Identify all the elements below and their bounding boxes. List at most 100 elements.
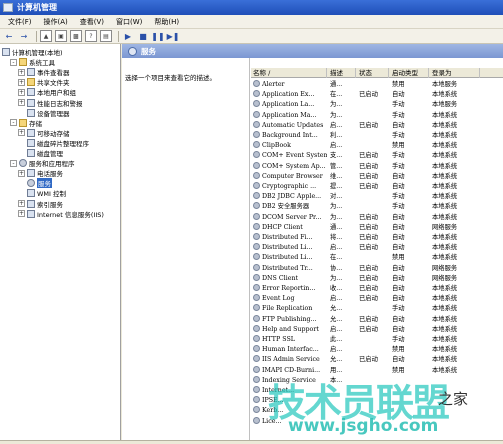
table-row[interactable]: File Replication 允... 手动 本地系统	[251, 304, 503, 314]
console-icon[interactable]: ▣	[55, 30, 67, 42]
table-row[interactable]: Distributed Li... 启... 已启动 自动 本地系统	[251, 243, 503, 253]
table-row[interactable]: Automatic Updates 启... 已启动 自动 本地系统	[251, 120, 503, 131]
column-header-name[interactable]: 名称 /	[251, 68, 327, 78]
table-row[interactable]: DHCP Client 通... 已启动 自动 网络服务	[251, 222, 503, 233]
menu-window[interactable]: 窗口(W)	[110, 17, 148, 27]
service-log-on-as: 本地系统	[432, 193, 458, 201]
forward-icon[interactable]: →	[18, 30, 30, 42]
expand-icon[interactable]: +	[18, 210, 25, 218]
tree-item[interactable]: + 索引服务	[18, 199, 63, 209]
table-row[interactable]: Distributed Li... 在... 禁用 本地系统	[251, 253, 503, 263]
table-row[interactable]: IMAPI CD-Burni... 用... 禁用 本地系统	[251, 365, 503, 376]
tree-item[interactable]: + Internet 信息服务(IIS)	[18, 209, 104, 219]
table-row[interactable]: Computer Browser 维... 已启动 自动 本地系统	[251, 171, 503, 182]
table-row[interactable]: Kerb...	[251, 406, 503, 416]
table-row[interactable]: Alerter 通... 禁用 本地服务	[251, 80, 503, 90]
export-icon[interactable]: ▩	[70, 30, 82, 42]
column-header-description[interactable]: 描述	[328, 68, 356, 78]
tree-item-label: 事件查看器	[37, 69, 70, 78]
collapse-icon[interactable]: -	[10, 159, 17, 167]
tree-item[interactable]: + 电话服务	[18, 168, 63, 178]
table-row[interactable]: ClipBook 启... 禁用 本地系统	[251, 141, 503, 151]
up-icon[interactable]: ▲	[40, 30, 52, 42]
expand-icon[interactable]: +	[18, 169, 25, 177]
menu-action[interactable]: 操作(A)	[38, 17, 74, 27]
tree-item[interactable]: 磁盘碎片整理程序	[18, 138, 89, 148]
table-row[interactable]: COM+ Event System 支... 已启动 手动 本地系统	[251, 151, 503, 161]
pause-icon[interactable]: ❚❚	[151, 30, 164, 42]
tree-item[interactable]: WMI 控制	[18, 188, 66, 198]
expand-icon[interactable]: +	[18, 129, 25, 137]
table-row[interactable]: Indexing Service 本...	[251, 375, 503, 386]
table-row[interactable]: FTP Publishing... 允... 已启动 自动 本地系统	[251, 314, 503, 325]
table-row[interactable]: Distributed Tr... 协... 已启动 自动 网络服务	[251, 263, 503, 274]
table-row[interactable]: Background Int... 利... 手动 本地系统	[251, 131, 503, 141]
table-row[interactable]: HTTP SSL 此... 手动 本地系统	[251, 335, 503, 345]
table-row[interactable]: Human Interfac... 启... 禁用 本地系统	[251, 345, 503, 355]
expand-icon[interactable]: +	[18, 99, 25, 106]
service-name-text: Distributed Li...	[262, 244, 313, 252]
tree-item[interactable]: + 本地用户和组	[18, 87, 76, 97]
tree-item[interactable]: + 共享文件夹	[18, 77, 70, 87]
service-description: 协...	[330, 264, 343, 272]
tree-item-label: WMI 控制	[37, 190, 67, 199]
tree-item-label: 可移动存储	[37, 129, 70, 138]
table-row[interactable]: Help and Support 启... 已启动 自动 本地系统	[251, 324, 503, 335]
tree-item[interactable]: 设备管理器	[18, 108, 70, 118]
tree-item[interactable]: - 系统工具	[10, 57, 55, 67]
tree-item[interactable]: 计算机管理(本地)	[2, 47, 63, 57]
table-row[interactable]: Error Reportin... 收... 已启动 自动 本地系统	[251, 284, 503, 294]
tree-item[interactable]: 服务	[18, 178, 52, 189]
table-row[interactable]: Lice...	[251, 416, 503, 427]
table-row[interactable]: Application La... 为... 手动 本地服务	[251, 100, 503, 110]
expand-icon[interactable]: +	[18, 200, 25, 207]
title-bar[interactable]: 计算机管理	[0, 0, 503, 15]
expand-icon[interactable]: +	[18, 68, 25, 76]
table-row[interactable]: Application Ma... 为... 手动 本地系统	[251, 110, 503, 121]
menu-view[interactable]: 查看(V)	[74, 17, 110, 27]
restart-icon[interactable]: ▶❚	[167, 30, 180, 42]
table-row[interactable]: IIS Admin Service 允... 已启动 自动 本地系统	[251, 355, 503, 365]
table-row[interactable]: DCOM Server Pr... 为... 已启动 自动 本地系统	[251, 212, 503, 223]
menu-file[interactable]: 文件(F)	[2, 17, 38, 27]
table-row[interactable]: COM+ System Ap... 管... 已启动 手动 本地系统	[251, 161, 503, 172]
service-startup-type: 手动	[392, 203, 405, 211]
help-icon[interactable]: ?	[85, 30, 97, 42]
expand-icon[interactable]: +	[18, 78, 25, 86]
table-row[interactable]: Cryptographic ... 提... 已启动 自动 本地系统	[251, 182, 503, 192]
expand-icon[interactable]: +	[18, 88, 25, 96]
service-icon	[253, 243, 260, 251]
back-icon[interactable]: ←	[3, 30, 15, 42]
menu-help[interactable]: 帮助(H)	[148, 17, 185, 27]
service-icon	[253, 304, 260, 312]
table-row[interactable]: Event Log 启... 已启动 自动 本地系统	[251, 294, 503, 304]
properties-icon[interactable]: ▤	[100, 30, 112, 42]
tree-item-label: 计算机管理(本地)	[12, 49, 63, 57]
service-description: 启...	[330, 244, 343, 252]
service-name-text: DHCP Client	[262, 223, 303, 231]
tree-item[interactable]: + 可移动存储	[18, 128, 70, 138]
collapse-icon[interactable]: -	[10, 119, 17, 127]
table-row[interactable]: DNS Client 为... 已启动 自动 网络服务	[251, 273, 503, 284]
service-name: ClipBook	[251, 141, 327, 151]
service-log-on-as	[430, 406, 480, 416]
column-header-startup-type[interactable]: 启动类型	[390, 68, 429, 78]
column-header-log-on-as[interactable]: 登录为	[430, 68, 480, 78]
tree-item[interactable]: + 性能日志和警报	[18, 98, 83, 108]
play-icon[interactable]: ▶	[122, 30, 134, 42]
column-header-status[interactable]: 状态	[357, 68, 389, 78]
table-row[interactable]: Distributed Fi... 将... 已启动 自动 本地系统	[251, 233, 503, 243]
tree-item[interactable]: - 存储	[10, 118, 42, 128]
table-row[interactable]: Application Ex... 在... 已启动 自动 本地系统	[251, 90, 503, 100]
table-row[interactable]: DB2 安全服务器 为... 手动 本地系统	[251, 202, 503, 212]
collapse-icon[interactable]: -	[10, 58, 17, 66]
table-row[interactable]: IPSE...	[251, 396, 503, 406]
tree-item[interactable]: + 事件查看器	[18, 67, 70, 77]
table-row[interactable]: Internet...	[251, 386, 503, 396]
service-icon	[253, 263, 260, 271]
tree-item[interactable]: 磁盘管理	[18, 148, 63, 158]
tree-item[interactable]: - 服务和应用程序	[10, 158, 75, 168]
table-row[interactable]: DB2 JDBC Apple... 对... 手动 本地系统	[251, 192, 503, 202]
service-log-on-as	[430, 386, 480, 396]
stop-icon[interactable]: ■	[137, 30, 149, 42]
